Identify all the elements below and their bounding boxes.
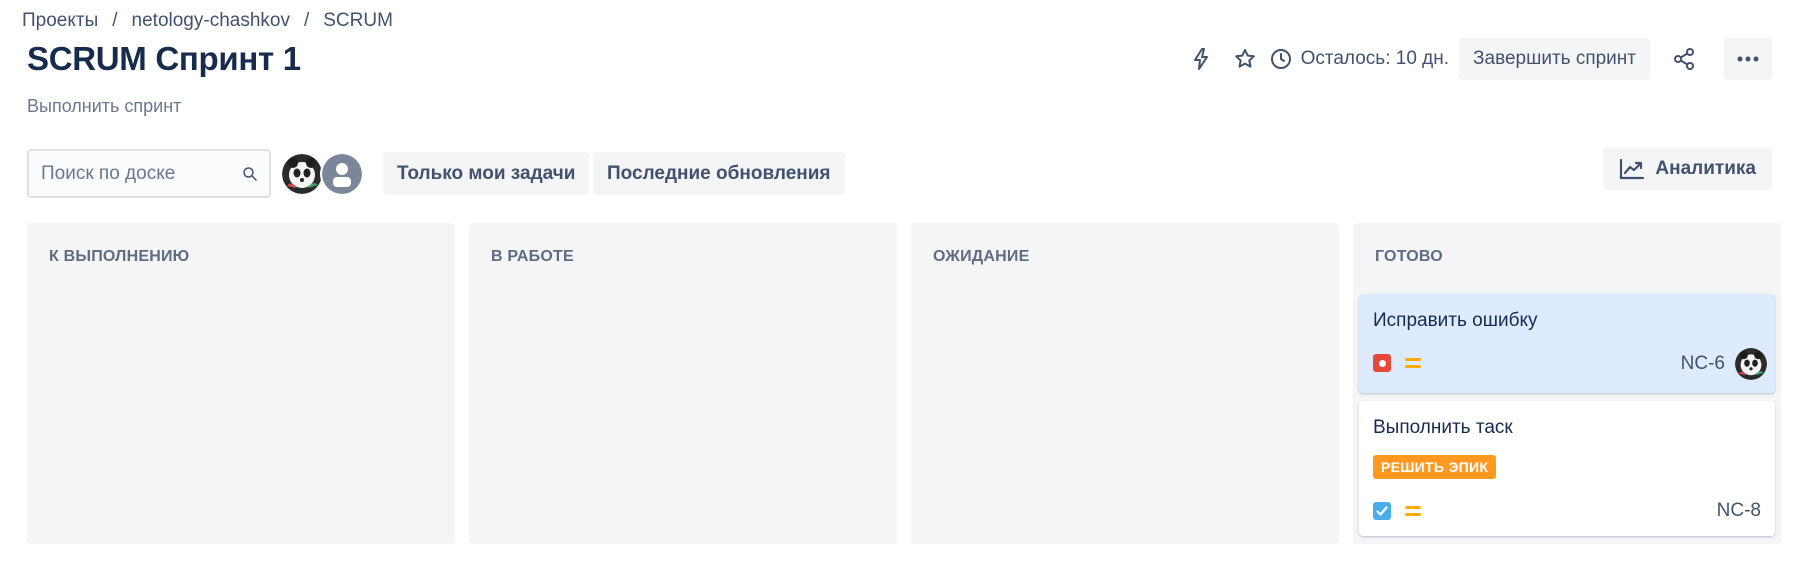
assignee-avatar	[1735, 348, 1767, 380]
chart-line-icon	[1620, 158, 1645, 179]
analytics-label: Аналитика	[1655, 157, 1756, 179]
panda-avatar-icon	[1735, 348, 1767, 380]
breadcrumb-projects[interactable]: Проекты	[22, 10, 98, 32]
issue-summary: Выполнить таск	[1373, 417, 1513, 438]
breadcrumb: Проекты / netology-chashkov / SCRUM	[22, 10, 393, 32]
search-input[interactable]	[39, 161, 233, 186]
panda-avatar-icon	[282, 154, 322, 194]
issue-summary: Исправить ошибку	[1373, 310, 1538, 331]
issue-card[interactable]: Исправить ошибку NC-6	[1359, 294, 1775, 393]
board-search	[27, 149, 271, 198]
breadcrumb-board[interactable]: SCRUM	[323, 10, 393, 32]
user-icon	[322, 154, 362, 194]
priority-medium-icon	[1405, 358, 1421, 369]
issue-key[interactable]: NC-6	[1681, 353, 1725, 375]
column-title: ОЖИДАНИЕ	[933, 248, 1030, 265]
task-checkbox-icon	[1373, 502, 1391, 520]
header-actions: Осталось: 10 дн. Завершить спринт	[1179, 38, 1772, 80]
checkmark-icon	[1376, 506, 1388, 516]
bug-icon	[1373, 354, 1391, 372]
clock-icon	[1270, 49, 1291, 69]
avatar-user-default[interactable]	[320, 152, 364, 196]
recent-updates-filter[interactable]: Последние обновления	[593, 152, 845, 195]
share-icon	[1674, 48, 1694, 70]
analytics-button[interactable]: Аналитика	[1603, 147, 1772, 190]
search-icon	[243, 166, 257, 181]
issue-key[interactable]: NC-8	[1717, 500, 1761, 522]
share-button[interactable]	[1662, 38, 1706, 80]
time-remaining-text: Осталось: 10 дн.	[1300, 48, 1450, 69]
column-waiting: ОЖИДАНИЕ	[911, 223, 1339, 544]
column-title: ГОТОВО	[1375, 248, 1443, 265]
breadcrumb-separator: /	[112, 10, 118, 31]
assignee-filter	[280, 152, 364, 196]
priority-medium-icon	[1405, 506, 1421, 517]
time-remaining: Осталось: 10 дн.	[1269, 47, 1449, 71]
only-my-issues-filter[interactable]: Только мои задачи	[383, 152, 590, 195]
star-icon	[1234, 49, 1255, 68]
sprint-goal: Выполнить спринт	[27, 96, 182, 116]
column-in-progress: В РАБОТЕ	[469, 223, 897, 544]
avatar-user-panda[interactable]	[280, 152, 324, 196]
breadcrumb-separator: /	[303, 10, 310, 31]
star-button[interactable]	[1223, 38, 1267, 80]
automation-button[interactable]	[1179, 38, 1223, 80]
lightning-icon	[1193, 48, 1208, 70]
more-icon	[1737, 56, 1759, 62]
sprint-board-page: Проекты / netology-chashkov / SCRUM SCRU…	[0, 0, 1796, 568]
breadcrumb-project[interactable]: netology-chashkov	[132, 10, 290, 32]
more-button[interactable]	[1724, 38, 1772, 80]
column-title: К ВЫПОЛНЕНИЮ	[49, 248, 190, 265]
column-done: ГОТОВО Исправить ошибку NC-6 Выполнить т…	[1353, 223, 1781, 544]
issue-card[interactable]: Выполнить таск РЕШИТЬ ЭПИК NC-8	[1359, 401, 1775, 536]
column-todo: К ВЫПОЛНЕНИЮ	[27, 223, 455, 544]
complete-sprint-button[interactable]: Завершить спринт	[1459, 38, 1650, 80]
column-title: В РАБОТЕ	[491, 248, 574, 265]
page-title: SCRUM Спринт 1	[27, 40, 301, 77]
epic-badge[interactable]: РЕШИТЬ ЭПИК	[1373, 455, 1497, 479]
